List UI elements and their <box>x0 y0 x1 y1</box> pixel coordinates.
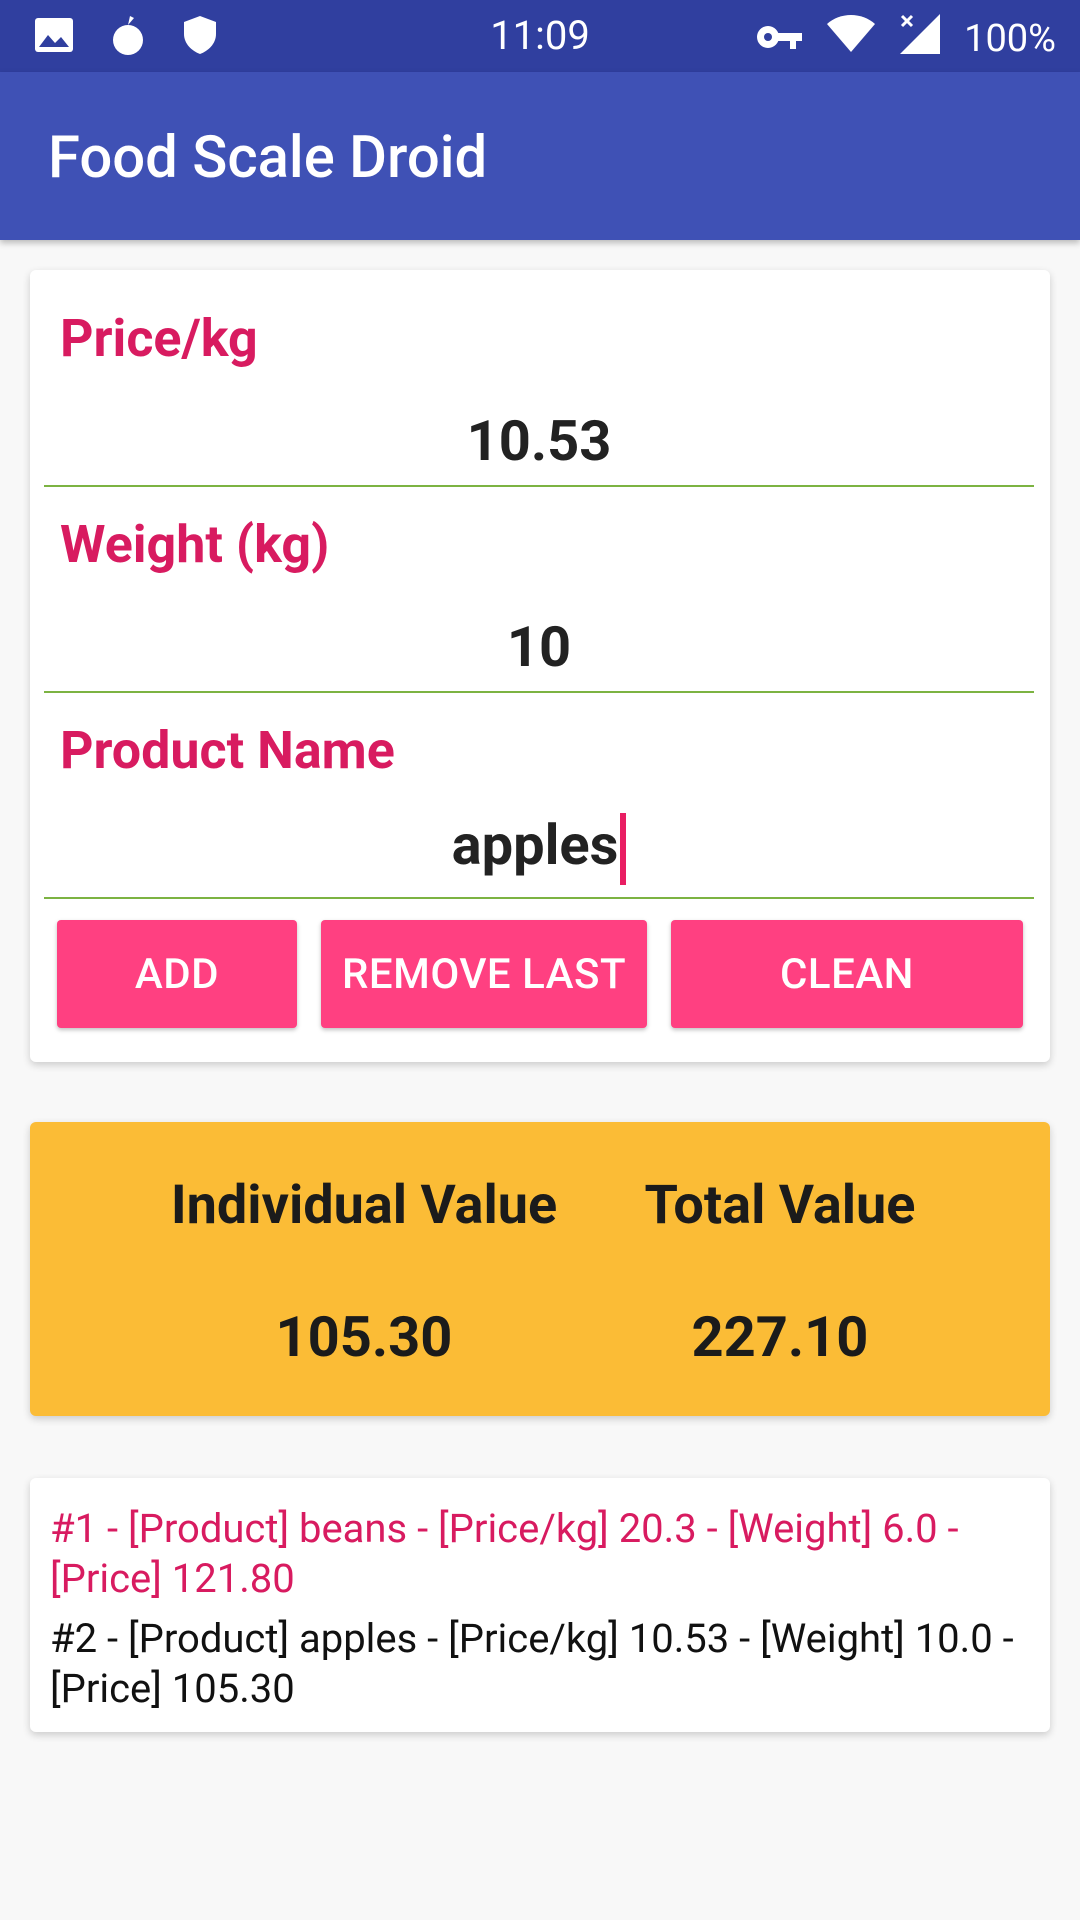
clean-button[interactable]: CLEAN <box>671 920 1023 1028</box>
battery-level: 100% <box>964 17 1056 61</box>
app-bar: Food Scale Droid <box>0 72 1080 240</box>
total-value: 227.10 <box>691 1304 869 1370</box>
summary-card: Individual Value 105.30 Total Value 227.… <box>30 1122 1050 1416</box>
wifi-icon <box>826 14 876 64</box>
weight-input[interactable]: 10 <box>44 614 1034 680</box>
add-button[interactable]: ADD <box>57 920 297 1028</box>
weight-field: Weight (kg) 10 <box>44 476 1034 696</box>
signal-icon <box>898 12 942 66</box>
app-title: Food Scale Droid <box>48 124 488 192</box>
total-value-label: Total Value <box>644 1174 916 1237</box>
list-item[interactable]: #2 - [Product] apples - [Price/kg] 10.53… <box>50 1614 1040 1714</box>
input-card: Price/kg 10.53 Weight (kg) 10 Product Na… <box>30 270 1050 1062</box>
price-input[interactable]: 10.53 <box>44 408 1034 474</box>
price-field: Price/kg 10.53 <box>44 270 1034 490</box>
list-item[interactable]: #1 - [Product] beans - [Price/kg] 20.3 -… <box>50 1504 1040 1604</box>
remove-last-button[interactable]: REMOVE LAST <box>321 920 647 1028</box>
product-input[interactable]: apples <box>44 812 1034 886</box>
key-icon <box>756 17 804 61</box>
weight-label: Weight (kg) <box>60 514 330 575</box>
status-bar: 11:09 100% <box>0 0 1080 72</box>
entries-list: #1 - [Product] beans - [Price/kg] 20.3 -… <box>30 1478 1050 1732</box>
product-underline <box>44 897 1034 899</box>
product-input-text: apples <box>451 812 619 878</box>
product-label: Product Name <box>60 720 395 781</box>
status-right: 100% <box>756 12 1056 66</box>
product-field: Product Name apples <box>44 682 1034 902</box>
text-cursor <box>620 813 627 886</box>
price-label: Price/kg <box>60 308 258 369</box>
